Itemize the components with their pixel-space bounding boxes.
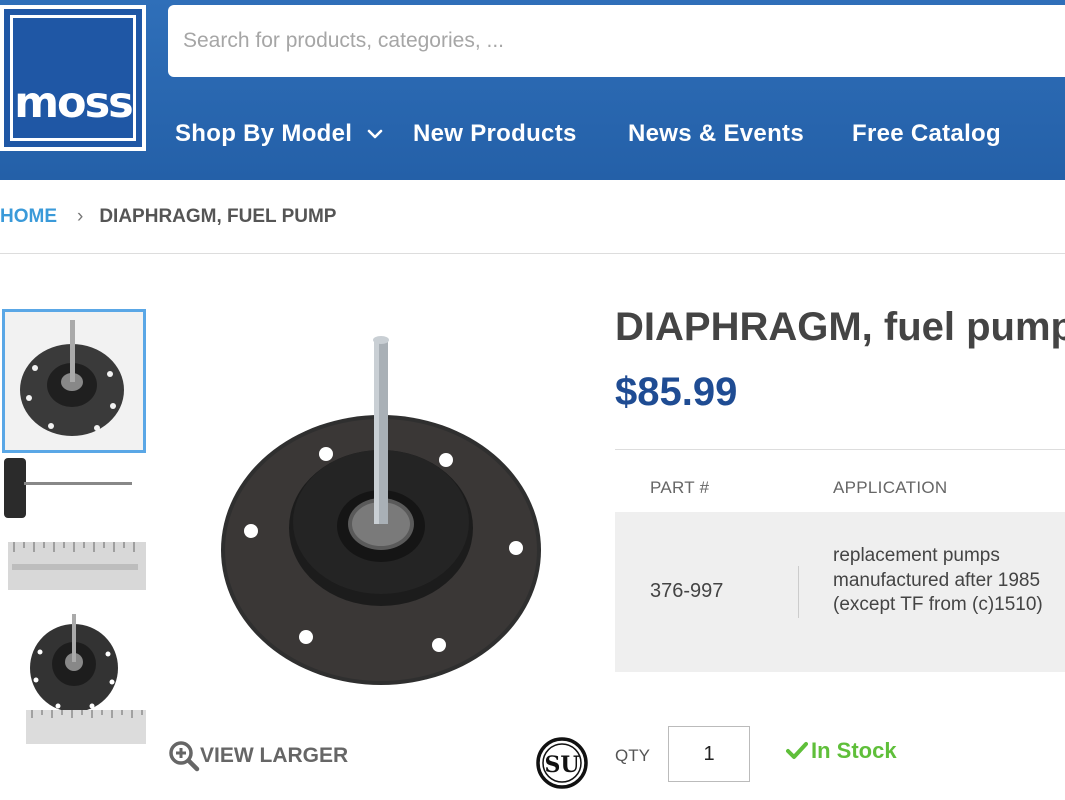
zoom-in-icon xyxy=(169,741,200,772)
nav-new-products[interactable]: New Products xyxy=(413,112,577,156)
diaphragm-image xyxy=(221,336,541,685)
su-logo-text: SU xyxy=(544,752,579,778)
product-price: $85.99 xyxy=(615,370,738,414)
breadcrumb-home-link[interactable]: HOME xyxy=(0,206,57,228)
qty-label: QTY xyxy=(615,746,650,765)
thumbnail-1[interactable] xyxy=(2,309,146,453)
table-header-part: PART # xyxy=(650,478,710,497)
application-text: replacement pumps manufactured after 198… xyxy=(833,545,1043,615)
product-title: DIAPHRAGM, fuel pump xyxy=(615,305,1065,349)
qty-input[interactable] xyxy=(668,726,750,782)
stock-label: In Stock xyxy=(811,738,897,763)
search-box xyxy=(168,5,1065,77)
nav-free-catalog[interactable]: Free Catalog xyxy=(852,112,1001,156)
moss-logo[interactable]: moss xyxy=(0,5,146,151)
table-row: 376-997 replacement pumps manufactured a… xyxy=(615,512,1065,672)
part-number: 376-997 xyxy=(650,580,724,602)
nav-shop-by-model-label: Shop By Model xyxy=(175,120,353,147)
breadcrumb-current: DIAPHRAGM, FUEL PUMP xyxy=(99,206,337,227)
logo-text: moss xyxy=(14,78,134,128)
diaphragm-ruler-side-image xyxy=(2,458,146,602)
thumbnail-3[interactable] xyxy=(2,606,146,750)
thumbnail-2[interactable] xyxy=(2,458,146,602)
view-larger-label: VIEW LARGER xyxy=(200,744,349,767)
chevron-down-icon xyxy=(367,129,383,139)
stock-status: In Stock xyxy=(786,738,897,764)
header-divider xyxy=(0,253,1065,254)
diaphragm-thumbnail-image xyxy=(5,312,143,450)
table-header-application: APPLICATION xyxy=(833,478,948,497)
breadcrumb: HOME › DIAPHRAGM, FUEL PUMP xyxy=(0,200,337,234)
diaphragm-ruler-top-image xyxy=(2,606,146,750)
breadcrumb-separator: › xyxy=(77,206,84,227)
view-larger-button[interactable]: VIEW LARGER xyxy=(168,736,348,776)
nav-shop-by-model[interactable]: Shop By Model xyxy=(175,112,384,156)
checkmark-icon xyxy=(786,742,808,759)
search-input[interactable] xyxy=(168,5,1065,77)
price-divider xyxy=(615,449,1065,450)
main-product-image[interactable] xyxy=(168,300,598,730)
su-brand-logo: SU xyxy=(536,737,588,789)
cell-divider xyxy=(798,566,799,618)
nav-news-events[interactable]: News & Events xyxy=(628,112,804,156)
site-header: moss Shop By Model New Products News & E… xyxy=(0,0,1065,180)
